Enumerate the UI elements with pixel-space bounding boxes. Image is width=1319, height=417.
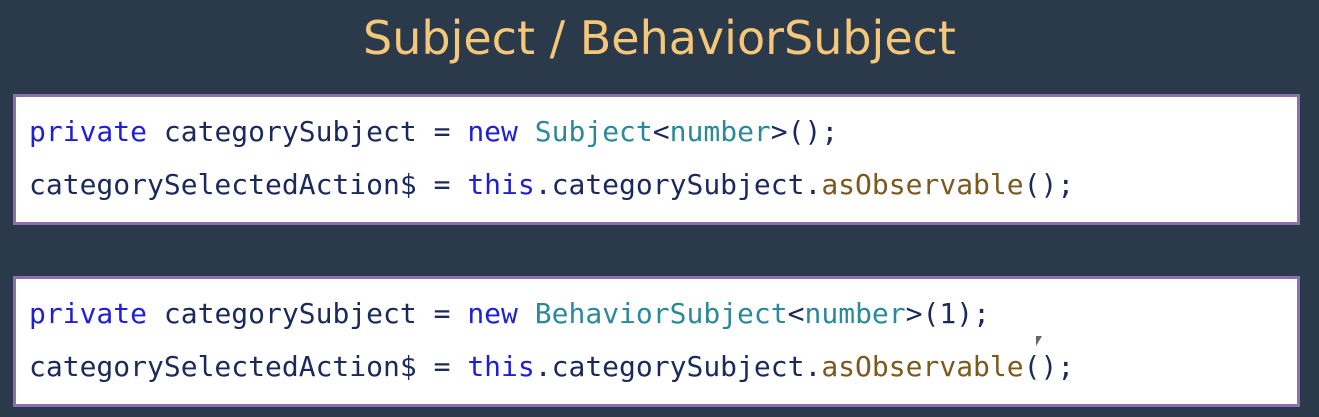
keyword-private: private [29, 297, 148, 330]
generic-close: > [905, 297, 923, 330]
slide-title: Subject / BehaviorSubject [363, 11, 956, 65]
call-args: (1); [922, 297, 990, 330]
mouse-pointer-icon [1036, 336, 1042, 346]
type-name: Subject [534, 115, 653, 148]
member-access: .categorySubject. [534, 168, 822, 201]
code-line-subject-observable: categorySelectedAction$ = this.categoryS… [29, 163, 1074, 207]
generic-type: number [669, 115, 771, 148]
keyword-new: new [467, 297, 518, 330]
method-name: asObservable [821, 168, 1024, 201]
code-block-subject: private categorySubject = new Subject<nu… [13, 94, 1300, 225]
generic-type: number [804, 297, 906, 330]
generic-close: > [770, 115, 788, 148]
variable-name: categorySelectedAction$ [29, 168, 417, 201]
call-args: (); [787, 115, 839, 148]
variable-name: categorySelectedAction$ [29, 350, 417, 383]
member-access: .categorySubject. [534, 350, 822, 383]
code-line-subject-declaration: private categorySubject = new Subject<nu… [29, 110, 838, 154]
assignment-operator: = [433, 350, 451, 383]
code-line-behaviorsubject-observable: categorySelectedAction$ = this.categoryS… [29, 345, 1074, 389]
keyword-this: this [467, 168, 535, 201]
call-args: (); [1023, 350, 1075, 383]
variable-name: categorySubject [163, 115, 417, 148]
type-name: BehaviorSubject [534, 297, 788, 330]
generic-open: < [652, 115, 670, 148]
assignment-operator: = [433, 297, 451, 330]
keyword-private: private [29, 115, 148, 148]
keyword-new: new [467, 115, 518, 148]
assignment-operator: = [433, 168, 451, 201]
variable-name: categorySubject [163, 297, 417, 330]
code-line-behaviorsubject-declaration: private categorySubject = new BehaviorSu… [29, 292, 990, 336]
assignment-operator: = [433, 115, 451, 148]
code-block-behaviorsubject: private categorySubject = new BehaviorSu… [13, 276, 1300, 407]
call-args: (); [1023, 168, 1075, 201]
generic-open: < [787, 297, 805, 330]
keyword-this: this [467, 350, 535, 383]
method-name: asObservable [821, 350, 1024, 383]
